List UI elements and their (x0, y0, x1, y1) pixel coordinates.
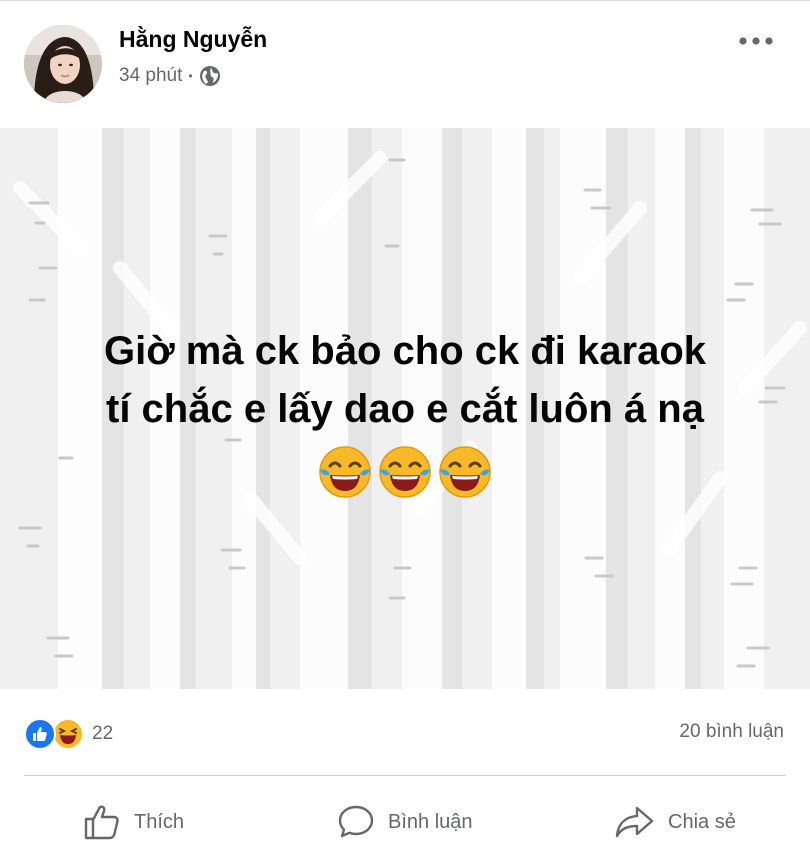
comment-button[interactable]: Bình luận (336, 796, 473, 848)
avatar[interactable] (24, 25, 102, 103)
share-button[interactable]: Chia sẻ (614, 796, 736, 848)
meta-separator: • (188, 69, 193, 83)
avatar-photo (24, 25, 102, 103)
emoji-row: 😂 (0, 444, 810, 500)
globe-icon[interactable] (199, 65, 221, 87)
like-label: Thích (134, 810, 185, 833)
comment-label: Bình luận (388, 810, 473, 833)
post-text-line: tí chắc e lấy dao e cắt luôn á nạ (106, 387, 704, 431)
post-text: Giờ mà ck bảo cho ck đi karaok tí chắc e… (0, 322, 810, 438)
post-text-line: Giờ mà ck bảo cho ck đi karaok (103, 329, 706, 373)
post-background: Giờ mà ck bảo cho ck đi karaok tí chắc e… (0, 128, 810, 689)
thumbs-up-icon (84, 805, 119, 840)
share-label: Chia sẻ (668, 810, 736, 833)
reaction-count: 22 (92, 723, 114, 744)
haha-reaction-icon (52, 718, 84, 750)
like-button[interactable]: Thích (82, 796, 184, 848)
post-meta: 34 phút • (119, 63, 221, 89)
comment-count-link[interactable]: 20 bình luận (679, 721, 784, 743)
author-name[interactable]: Hằng Nguyễn (119, 26, 267, 53)
comment-bubble-icon (338, 805, 374, 838)
more-options-icon[interactable] (736, 28, 776, 54)
like-reaction-icon (24, 718, 56, 750)
post-time[interactable]: 34 phút (119, 65, 182, 87)
tears-of-joy-emoji-icon (319, 446, 371, 498)
tears-of-joy-emoji-icon (379, 446, 431, 498)
post-header: Hằng Nguyễn 34 phút • (0, 0, 810, 128)
reactions-summary[interactable]: 22 (24, 716, 113, 752)
share-arrow-icon (615, 806, 654, 838)
tears-of-joy-emoji-icon (439, 446, 491, 498)
actions-divider (24, 775, 786, 776)
